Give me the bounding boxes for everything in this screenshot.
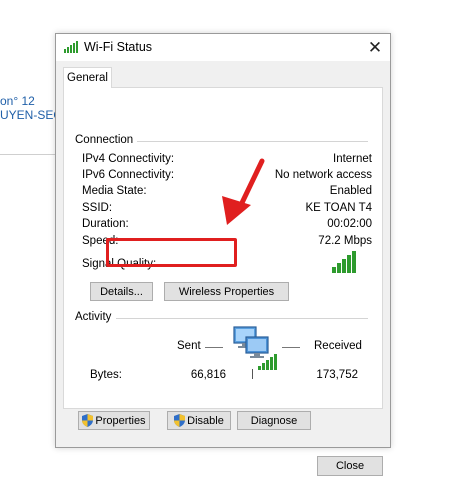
background-text-1: on° 12 — [0, 94, 35, 108]
sent-line — [205, 347, 223, 348]
ipv4-label: IPv4 Connectivity: — [82, 153, 175, 165]
connection-heading: Connection — [75, 134, 138, 146]
wireless-properties-button[interactable]: Wireless Properties — [164, 282, 289, 301]
disable-button-label: Disable — [187, 415, 224, 427]
media-state-value: Enabled — [329, 185, 372, 197]
speed-value: 72.2 Mbps — [318, 235, 372, 247]
connection-divider — [126, 141, 368, 142]
background-text-2: UYEN-SEO — [0, 108, 63, 122]
close-icon[interactable]: ✕ — [364, 37, 386, 59]
received-label: Received — [314, 340, 362, 352]
background-divider — [0, 154, 56, 155]
ipv4-value: Internet — [333, 153, 372, 165]
bytes-label: Bytes: — [90, 369, 122, 381]
ssid-label: SSID: — [82, 202, 113, 214]
ipv6-label: IPv6 Connectivity: — [82, 169, 175, 181]
wifi-signal-icon — [64, 41, 80, 56]
bytes-separator — [252, 369, 253, 379]
annotation-highlight-box — [106, 238, 237, 267]
signal-strength-icon — [332, 251, 358, 276]
uac-shield-icon — [174, 414, 186, 434]
ssid-value: KE TOAN T4 — [305, 202, 372, 214]
title-bar[interactable]: Wi-Fi Status ✕ — [56, 34, 390, 61]
bytes-received-value: 173,752 — [316, 369, 358, 381]
disable-button[interactable]: Disable — [167, 411, 231, 430]
diagnose-button[interactable]: Diagnose — [237, 411, 311, 430]
sent-label: Sent — [177, 340, 201, 352]
ipv6-value: No network access — [274, 169, 372, 181]
activity-heading: Activity — [75, 311, 116, 323]
network-computers-icon — [232, 323, 280, 374]
close-button[interactable]: Close — [317, 456, 383, 476]
duration-value: 00:02:00 — [327, 218, 372, 230]
activity-divider — [116, 318, 368, 319]
bytes-sent-value: 66,816 — [190, 369, 226, 381]
received-line — [282, 347, 300, 348]
uac-shield-icon — [82, 414, 94, 434]
duration-label: Duration: — [82, 218, 129, 230]
tab-general[interactable]: General — [63, 67, 112, 88]
media-state-label: Media State: — [82, 185, 147, 197]
window-title: Wi-Fi Status — [84, 40, 153, 54]
properties-button-label: Properties — [95, 415, 146, 427]
details-button[interactable]: Details... — [90, 282, 153, 301]
properties-button[interactable]: Properties — [78, 411, 150, 430]
